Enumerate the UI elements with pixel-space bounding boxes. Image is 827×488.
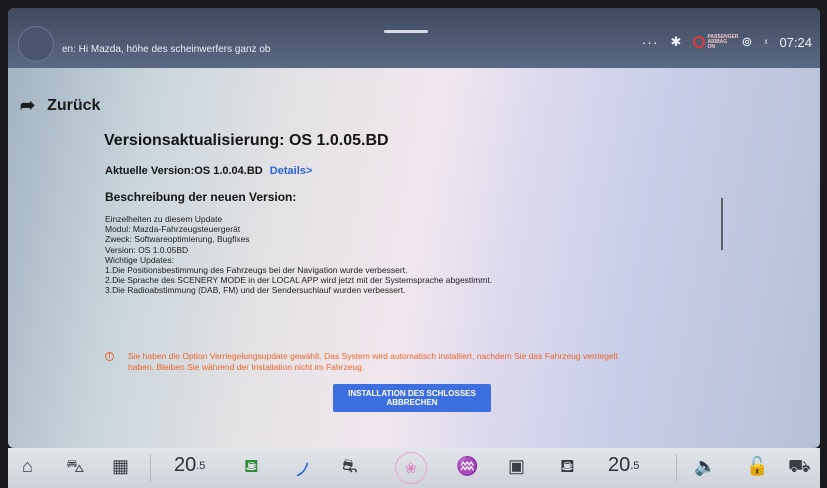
voice-transcript: en: Hi Mazda, höhe des scheinwerfers gan… bbox=[62, 44, 271, 55]
climate-dock: ⌂ ⛍ ▦ 20.5 ⛾ ノ ⛐ ❀ ♒ ▣ ⛾ 20.5 🔈 🔓 ⛟ bbox=[8, 448, 820, 488]
notice-line-2: haben. Bleiben Sie während der Installat… bbox=[128, 362, 365, 372]
description-line: 3.Die Radioabstimmung (DAB, FM) und der … bbox=[105, 285, 406, 296]
description-line: Einzelheiten zu diesem Update bbox=[105, 214, 223, 224]
description-line: Zweck: Softwareoptimierung, Bugfixes bbox=[105, 234, 250, 245]
scrollbar[interactable] bbox=[721, 198, 723, 250]
car-icon[interactable]: ⛍ bbox=[66, 456, 85, 480]
cancel-lock-installation-button[interactable]: INSTALLATION DES SCHLOSSES ABBRECHEN bbox=[333, 384, 491, 412]
front-defrost-icon[interactable]: ♒ bbox=[456, 456, 478, 477]
warning-icon: ! bbox=[105, 352, 114, 361]
description-line: 2.Die Sprache des SCENERY MODE in der LO… bbox=[105, 275, 493, 286]
current-version: Aktuelle Version:OS 1.0.04.BD Details> bbox=[105, 165, 312, 177]
bluetooth-icon: ✱ bbox=[670, 34, 682, 49]
wiper-icon[interactable]: ノ bbox=[294, 456, 312, 482]
button-label-line-1: INSTALLATION DES SCHLOSSES bbox=[348, 388, 476, 398]
page-title: Versionsaktualisierung: OS 1.0.05.BD bbox=[104, 132, 389, 149]
divider bbox=[676, 454, 677, 482]
apps-grid-icon[interactable]: ▦ bbox=[112, 456, 129, 477]
description-body: Einzelheiten zu diesem Update Modul: Maz… bbox=[105, 214, 492, 296]
back-arrow-icon: ➦ bbox=[20, 95, 36, 115]
description-line: Wichtige Updates: bbox=[105, 254, 174, 265]
driver-temperature[interactable]: 20.5 bbox=[174, 454, 205, 477]
status-bar: en: Hi Mazda, höhe des scheinwerfers gan… bbox=[8, 8, 820, 68]
recirculation-icon[interactable]: ⛐ bbox=[342, 456, 358, 480]
lock-icon[interactable]: 🔓 bbox=[746, 456, 768, 477]
volume-icon[interactable]: 🔈 bbox=[694, 456, 716, 477]
seat-heat-passenger-icon[interactable]: ⛾ bbox=[560, 456, 575, 480]
pull-down-handle[interactable] bbox=[384, 30, 428, 33]
button-label-line-2: ABBRECHEN bbox=[386, 398, 438, 407]
rear-defrost-icon[interactable]: ▣ bbox=[508, 456, 525, 477]
current-version-text: Aktuelle Version:OS 1.0.04.BD bbox=[105, 165, 263, 177]
car-profile-icon[interactable]: ⛟ bbox=[788, 456, 811, 480]
passenger-airbag-indicator: PASSENGER AIRBAG ON bbox=[693, 33, 739, 50]
signal-icon: ⊚ bbox=[741, 34, 753, 49]
passenger-airbag-label: PASSENGER AIRBAG ON bbox=[707, 33, 739, 50]
fan-icon[interactable]: ❀ bbox=[395, 452, 427, 484]
description-heading: Beschreibung der neuen Version: bbox=[105, 190, 297, 204]
home-icon[interactable]: ⌂ bbox=[22, 456, 33, 477]
status-icons: ··· ✱ PASSENGER AIRBAG ON ⊚ ᵡ 07:24 bbox=[642, 34, 812, 50]
passenger-temperature[interactable]: 20.5 bbox=[608, 454, 639, 477]
back-button[interactable]: ➦ Zurück bbox=[20, 95, 100, 116]
description-line: 1.Die Positionsbestimmung des Fahrzeugs … bbox=[105, 265, 408, 276]
wifi-icon: ᵡ bbox=[764, 37, 768, 47]
airbag-icon bbox=[693, 36, 706, 48]
clock: 07:24 bbox=[779, 34, 812, 50]
back-label: Zurück bbox=[47, 96, 101, 114]
notice-line-1: Sie haben die Option Verriegelungsupdate… bbox=[128, 351, 618, 361]
description-line: Modul: Mazda-Fahrzeugsteuergerät bbox=[105, 224, 241, 235]
more-icon[interactable]: ··· bbox=[642, 34, 659, 50]
seat-heat-driver-icon[interactable]: ⛾ bbox=[244, 456, 259, 480]
infotainment-screen: en: Hi Mazda, höhe des scheinwerfers gan… bbox=[8, 8, 820, 448]
passenger-temp-decimal: .5 bbox=[630, 459, 640, 472]
driver-temp-decimal: .5 bbox=[196, 459, 206, 472]
description-line: Version: OS 1.0.05BD bbox=[105, 244, 189, 255]
voice-assistant-avatar[interactable] bbox=[18, 26, 54, 62]
details-link[interactable]: Details> bbox=[270, 165, 313, 177]
driver-temp-value: 20 bbox=[174, 454, 197, 476]
passenger-temp-value: 20 bbox=[608, 454, 631, 476]
divider bbox=[150, 454, 151, 482]
